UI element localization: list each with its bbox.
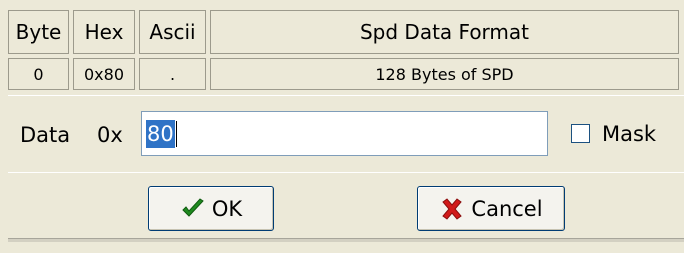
cell-ascii: . <box>139 58 206 90</box>
ok-button[interactable]: OK <box>148 186 274 231</box>
data-label: Data <box>20 123 71 147</box>
header-ascii: Ascii <box>139 10 206 54</box>
bottom-divider <box>8 238 684 242</box>
cancel-button[interactable]: Cancel <box>417 186 565 231</box>
spd-grid: Byte Hex Ascii Spd Data Format 0 0x80 . … <box>8 10 679 92</box>
mask-checkbox[interactable] <box>571 124 590 143</box>
cell-byte: 0 <box>8 58 69 90</box>
cell-hex: 0x80 <box>73 58 135 90</box>
hex-prefix-label: 0x <box>97 123 123 147</box>
data-value-selected-text: 80 <box>146 119 175 148</box>
header-hex: Hex <box>73 10 135 54</box>
spd-edit-dialog: Byte Hex Ascii Spd Data Format 0 0x80 . … <box>0 0 684 253</box>
data-value-input[interactable]: 80 <box>141 111 548 156</box>
data-entry-panel: Data 0x 80 Mask <box>8 95 684 171</box>
cancel-button-label: Cancel <box>471 196 543 221</box>
mask-label[interactable]: Mask <box>602 122 656 146</box>
checkmark-icon <box>180 196 206 222</box>
cell-spd-data-format: 128 Bytes of SPD <box>210 58 679 90</box>
header-byte: Byte <box>8 10 69 54</box>
x-cross-icon <box>439 196 465 222</box>
button-panel: OK Cancel <box>8 172 684 239</box>
text-caret <box>175 120 177 147</box>
header-spd-data-format: Spd Data Format <box>210 10 679 54</box>
ok-button-label: OK <box>211 196 243 221</box>
